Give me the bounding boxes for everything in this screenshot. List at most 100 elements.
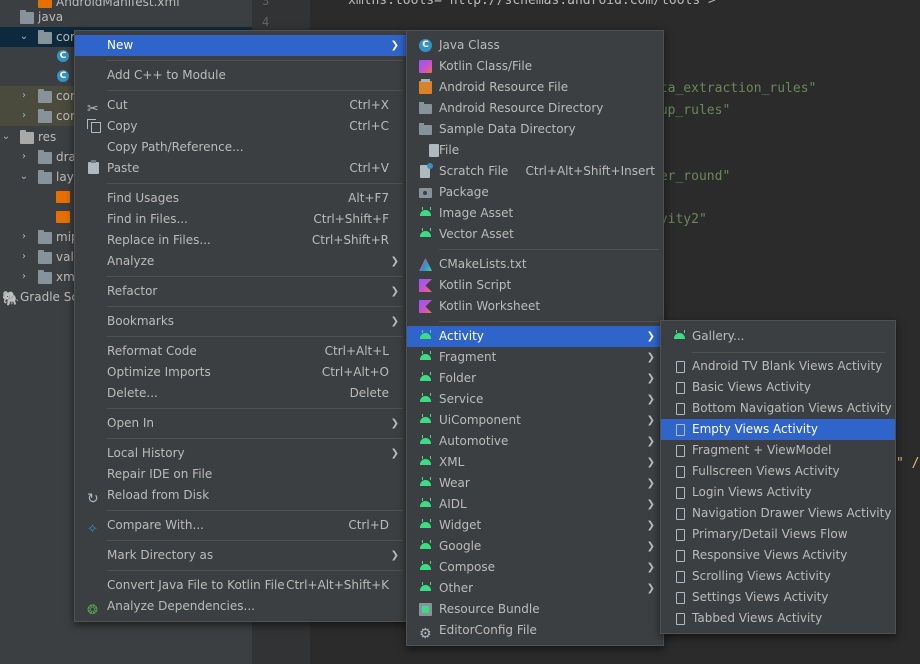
menu-item-activity-template[interactable]: Fragment + ViewModel (661, 440, 895, 461)
menu-item-activity-template[interactable]: Bottom Navigation Views Activity (661, 398, 895, 419)
menu-item-cmakelists[interactable]: CMakeLists.txt (407, 254, 663, 275)
menu-item-activity-template[interactable]: Android TV Blank Views Activity (661, 356, 895, 377)
menu-item-other[interactable]: Other ❯ (407, 578, 663, 599)
menu-item-file[interactable]: File (407, 140, 663, 161)
menu-item-label: Package (439, 185, 489, 199)
menu-item-open-in[interactable]: Open In ❯ (75, 413, 407, 434)
new-submenu: C Java Class Kotlin Class/File Android R… (406, 30, 664, 646)
menu-item-kotlin-class[interactable]: Kotlin Class/File (407, 56, 663, 77)
menu-item-service[interactable]: Service ❯ (407, 389, 663, 410)
menu-item-java-class[interactable]: C Java Class (407, 35, 663, 56)
menu-item-vector-asset[interactable]: Vector Asset (407, 224, 663, 245)
menu-item-activity-template[interactable]: Tabbed Views Activity (661, 608, 895, 629)
class-icon: C (57, 50, 69, 62)
menu-item-compare-with[interactable]: Compare With... Ctrl+D (75, 515, 407, 536)
menu-item-activity-template[interactable]: Fullscreen Views Activity (661, 461, 895, 482)
android-icon (419, 477, 432, 490)
android-icon (419, 435, 432, 448)
menu-item-uicomponent[interactable]: UiComponent ❯ (407, 410, 663, 431)
submenu-arrow-icon: ❯ (646, 583, 655, 594)
menu-item-package[interactable]: Package (407, 182, 663, 203)
reload-icon (87, 489, 100, 502)
chevron-right-icon[interactable]: › (18, 106, 30, 126)
menu-item-bookmarks[interactable]: Bookmarks ❯ (75, 311, 407, 332)
code-line: xmlns:tools="http://schemas.android.com/… (348, 0, 716, 8)
android-icon (419, 207, 432, 220)
menu-item-label: Activity (439, 329, 484, 343)
menu-item-empty-views-activity[interactable]: Empty Views Activity (661, 419, 895, 440)
menu-item-editorconfig-file[interactable]: EditorConfig File (407, 620, 663, 641)
activity-template-icon (676, 529, 685, 541)
menu-item-repair-ide[interactable]: Repair IDE on File (75, 464, 407, 485)
menu-item-find-usages[interactable]: Find Usages Alt+F7 (75, 188, 407, 209)
chevron-right-icon[interactable]: › (18, 86, 30, 106)
menu-item-automotive[interactable]: Automotive ❯ (407, 431, 663, 452)
menu-item-replace-in-files[interactable]: Replace in Files... Ctrl+Shift+R (75, 230, 407, 251)
chevron-right-icon[interactable]: › (18, 267, 30, 287)
chevron-right-icon[interactable]: › (18, 227, 30, 247)
menu-item-aidl[interactable]: AIDL ❯ (407, 494, 663, 515)
submenu-arrow-icon: ❯ (390, 316, 399, 327)
menu-separator (107, 90, 403, 91)
menu-item-refactor[interactable]: Refactor ❯ (75, 281, 407, 302)
chevron-right-icon[interactable]: › (18, 147, 30, 167)
menu-item-new[interactable]: New ❯ (75, 35, 407, 56)
chevron-right-icon[interactable]: › (18, 247, 30, 267)
context-menu: New ❯ Add C++ to Module Cut Ctrl+X Copy … (74, 30, 408, 622)
menu-item-activity-template[interactable]: Scrolling Views Activity (661, 566, 895, 587)
package-icon (38, 30, 52, 44)
submenu-arrow-icon: ❯ (646, 562, 655, 573)
menu-item-copy[interactable]: Copy Ctrl+C (75, 116, 407, 137)
menu-item-mark-directory-as[interactable]: Mark Directory as ❯ (75, 545, 407, 566)
menu-item-analyze[interactable]: Analyze ❯ (75, 251, 407, 272)
menu-item-label: Kotlin Class/File (439, 59, 533, 73)
tree-item-java[interactable]: ⌄ java (0, 7, 252, 27)
chevron-down-icon[interactable]: ⌄ (0, 127, 12, 147)
chevron-down-icon[interactable]: ⌄ (18, 27, 30, 47)
menu-item-label: Login Views Activity (692, 485, 812, 499)
menu-item-label: Analyze (107, 254, 155, 268)
menu-item-google[interactable]: Google ❯ (407, 536, 663, 557)
menu-item-gallery[interactable]: Gallery... (661, 326, 895, 347)
chevron-down-icon[interactable]: ⌄ (18, 167, 30, 187)
menu-item-activity-template[interactable]: Navigation Drawer Views Activity (661, 503, 895, 524)
menu-item-activity-template[interactable]: Settings Views Activity (661, 587, 895, 608)
menu-item-activity[interactable]: Activity ❯ (407, 326, 663, 347)
menu-item-copy-path[interactable]: Copy Path/Reference... (75, 137, 407, 158)
menu-item-fragment[interactable]: Fragment ❯ (407, 347, 663, 368)
menu-item-analyze-dependencies[interactable]: Analyze Dependencies... (75, 596, 407, 617)
menu-item-local-history[interactable]: Local History ❯ (75, 443, 407, 464)
menu-item-convert-to-kotlin[interactable]: Convert Java File to Kotlin File Ctrl+Al… (75, 575, 407, 596)
menu-item-android-resource-file[interactable]: Android Resource File (407, 77, 663, 98)
analyze-dependencies-icon (87, 600, 100, 613)
menu-item-optimize-imports[interactable]: Optimize Imports Ctrl+Alt+O (75, 362, 407, 383)
menu-item-activity-template[interactable]: Responsive Views Activity (661, 545, 895, 566)
menu-item-image-asset[interactable]: Image Asset (407, 203, 663, 224)
menu-item-delete[interactable]: Delete... Delete (75, 383, 407, 404)
menu-item-find-in-files[interactable]: Find in Files... Ctrl+Shift+F (75, 209, 407, 230)
menu-separator (107, 336, 403, 337)
menu-item-xml[interactable]: XML ❯ (407, 452, 663, 473)
menu-item-add-cpp[interactable]: Add C++ to Module (75, 65, 407, 86)
menu-item-widget[interactable]: Widget ❯ (407, 515, 663, 536)
menu-item-wear[interactable]: Wear ❯ (407, 473, 663, 494)
menu-item-kotlin-script[interactable]: Kotlin Script (407, 275, 663, 296)
menu-item-activity-template[interactable]: Login Views Activity (661, 482, 895, 503)
menu-item-paste[interactable]: Paste Ctrl+V (75, 158, 407, 179)
shortcut-label: Ctrl+Alt+Shift+K (286, 578, 389, 592)
menu-item-kotlin-worksheet[interactable]: Kotlin Worksheet (407, 296, 663, 317)
menu-item-activity-template[interactable]: Basic Views Activity (661, 377, 895, 398)
menu-item-label: Copy Path/Reference... (107, 140, 244, 154)
menu-item-scratch-file[interactable]: Scratch File Ctrl+Alt+Shift+Insert (407, 161, 663, 182)
menu-item-label: Open In (107, 416, 155, 430)
menu-item-resource-bundle[interactable]: Resource Bundle (407, 599, 663, 620)
menu-item-activity-template[interactable]: Primary/Detail Views Flow (661, 524, 895, 545)
menu-item-compose[interactable]: Compose ❯ (407, 557, 663, 578)
menu-item-sample-data-directory[interactable]: Sample Data Directory (407, 119, 663, 140)
menu-item-label: Android Resource Directory (439, 101, 604, 115)
menu-item-folder[interactable]: Folder ❯ (407, 368, 663, 389)
menu-item-android-resource-directory[interactable]: Android Resource Directory (407, 98, 663, 119)
menu-item-reformat-code[interactable]: Reformat Code Ctrl+Alt+L (75, 341, 407, 362)
menu-item-cut[interactable]: Cut Ctrl+X (75, 95, 407, 116)
menu-item-reload-from-disk[interactable]: Reload from Disk (75, 485, 407, 506)
